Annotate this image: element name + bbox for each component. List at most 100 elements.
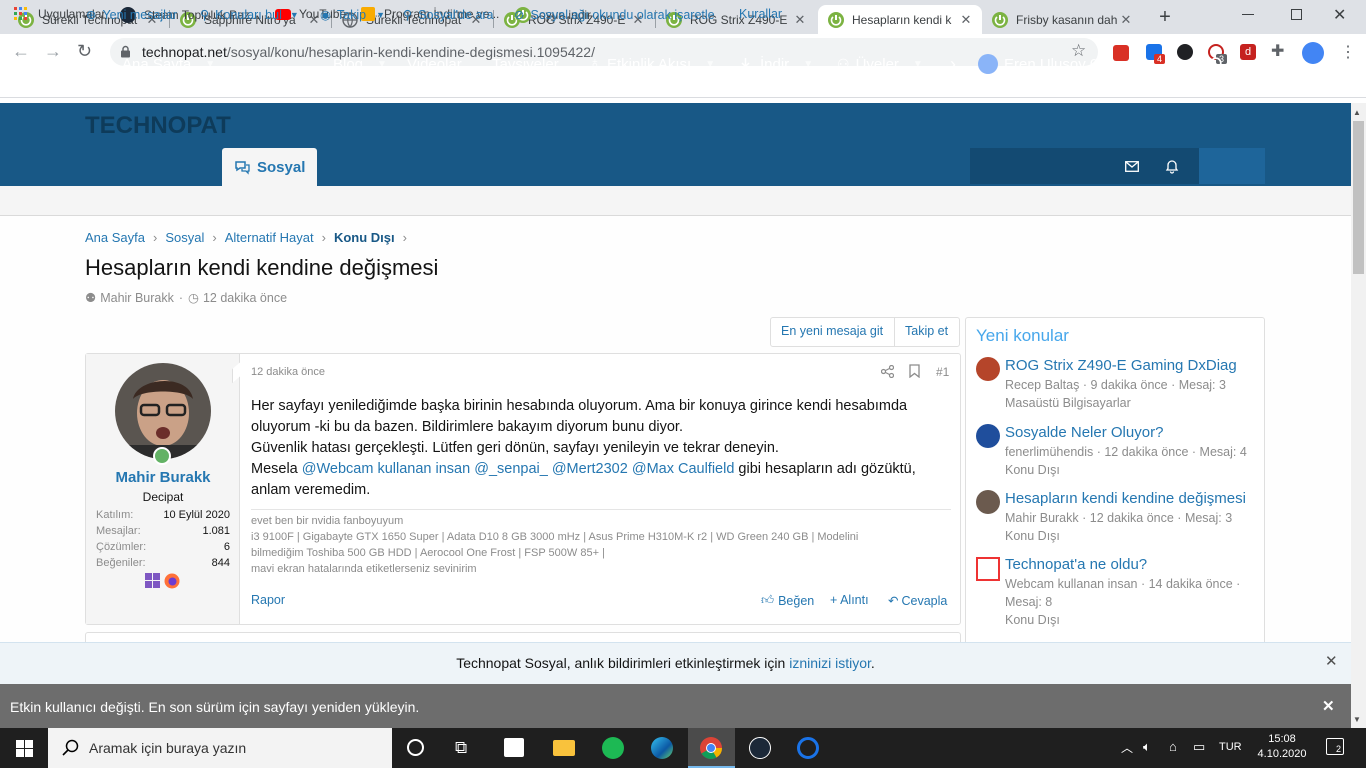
close-notice-icon[interactable]: ✕ [1325,652,1338,670]
tab-close-icon[interactable]: ✕ [958,12,974,28]
taskbar-clock[interactable]: 15:08 4.10.2020 [1252,732,1312,762]
reply-button[interactable]: ↶ Cevapla [888,593,947,609]
post-author-name[interactable]: Mahir Burakk [86,469,240,486]
volume-icon[interactable]: 🔈︎ [1143,739,1151,755]
thread-author-link[interactable]: Mahir Burakk [100,291,174,305]
post-time[interactable]: 12 dakika önce [251,366,325,378]
browser-tab-7[interactable]: Frisby kasanın dah ✕ [982,5,1142,34]
subnav-sosyalde-ara[interactable]: ⚲ Sosyal'de ara [403,7,494,23]
profile-avatar-icon[interactable] [1302,42,1324,64]
breadcrumb-sosyal[interactable]: Sosyal [165,230,204,245]
post-author-avatar[interactable] [115,363,211,459]
spotify-icon[interactable] [602,737,624,759]
like-button[interactable]: 👍︎ Beğen [761,593,814,608]
technopat-favicon-icon [992,11,1008,28]
share-icon[interactable] [881,365,894,378]
sidebar-item-title[interactable]: ROG Strix Z490-E Gaming DxDiag [1005,357,1260,374]
edge-icon[interactable] [651,737,673,759]
sidebar-avatar-no-webcam-icon[interactable] [976,557,1000,581]
battery-icon[interactable]: ▭ [1193,739,1205,755]
nav-videolar[interactable]: Videolar [407,45,462,83]
sidebar-item-forum[interactable]: Konu Dışı [1005,527,1260,545]
nav-ana-sayfa[interactable]: Ana Sayfa ▼ [92,45,222,83]
bookmark-icon[interactable] [909,364,920,378]
chrome-menu-icon[interactable]: ⋮ [1340,42,1356,62]
nav-blog[interactable]: Blog ▼ [333,45,387,83]
browser-tab-6-active[interactable]: Hesapların kendi k ✕ [818,5,982,34]
bell-icon [1165,160,1179,174]
sidebar-avatar[interactable] [976,424,1000,448]
file-explorer-icon[interactable] [553,740,575,756]
scrollbar-thumb[interactable] [1353,121,1364,274]
extension-dark-icon[interactable] [1177,44,1193,60]
subnav-konulari-bul[interactable]: ⚲ Konuları bul ▼ [200,7,299,23]
search-icon: ⚲ [403,8,413,22]
breadcrumb-ana-sayfa[interactable]: Ana Sayfa [85,230,145,245]
puzzle-extensions-icon[interactable]: ✚ [1271,41,1284,61]
reload-icon[interactable]: ↻ [77,41,92,62]
back-arrow-icon[interactable]: ← [12,41,30,62]
scroll-up-arrow-icon[interactable]: ▲ [1353,108,1361,117]
nav-etkinlik-akisi[interactable]: ♁ Etkinlik Akışı ▼ [589,45,715,83]
window-minimize-icon[interactable] [1242,14,1254,15]
follow-thread-button[interactable]: Takip et [905,324,948,338]
store-icon[interactable] [504,738,524,757]
network-icon[interactable]: ⌂ [1169,739,1177,754]
user-name: Eren Ulusoy 06 [1004,55,1107,73]
inbox-button[interactable] [1117,148,1147,184]
sidebar-item-forum[interactable]: Masaüstü Bilgisayarlar [1005,394,1260,412]
forward-arrow-icon[interactable]: → [44,41,62,62]
breadcrumb-alternatif-hayat[interactable]: Alternatif Hayat [225,230,314,245]
task-view-icon[interactable]: ⧉ [455,738,467,758]
mention-link[interactable]: @Webcam kullanan insan [302,461,470,477]
mention-link[interactable]: @Max Caulfield [632,461,735,477]
subnav-takip[interactable]: ◉ Takip ▼ [320,7,385,23]
sidebar-item-title[interactable]: Hesapların kendi kendine değişmesi [1005,490,1260,507]
close-notice-icon[interactable]: ✕ [1322,697,1335,715]
window-close-icon[interactable]: ✕ [1333,5,1346,25]
post-content: Her sayfayı yenilediğimde başka birinin … [251,396,916,501]
sidebar-item-title[interactable]: Sosyalde Neler Oluyor? [1005,424,1260,441]
nav-indir[interactable]: İndir ▼ [737,45,813,83]
sidebar-item-title[interactable]: Technopat'a ne oldu? [1005,556,1260,573]
window-restore-icon[interactable] [1291,9,1302,20]
report-button[interactable]: Rapor [251,593,285,607]
sidebar-avatar[interactable] [976,490,1000,514]
home-icon [100,56,116,72]
mention-link[interactable]: @_senpai_ [474,461,548,477]
quote-button[interactable]: + Alıntı [830,593,869,607]
extension-red-icon[interactable] [1113,45,1129,61]
subnav-okundu-isaretle[interactable]: ⊘ Sosyal ağı okundu olarak işaretle [514,7,715,23]
push-permission-link[interactable]: izninizi istiyor [789,655,871,671]
scroll-down-arrow-icon[interactable]: ▼ [1353,715,1361,724]
tab-close-icon[interactable]: ✕ [1118,12,1134,28]
thread-time[interactable]: 12 dakika önce [203,291,287,305]
search-button[interactable] [1199,148,1265,184]
gog-galaxy-icon[interactable] [797,737,819,759]
nav-sosyal-active[interactable]: Sosyal [222,148,317,186]
nav-more-chevron-right-icon[interactable]: › [950,45,956,83]
steam-icon[interactable] [749,737,771,759]
windows-start-icon[interactable] [16,740,33,757]
sidebar-item-forum[interactable]: Konu Dışı [1005,611,1260,629]
nav-uyeler[interactable]: ⚇ Üyeler ▼ [837,45,923,83]
new-tab-plus-icon[interactable]: + [1153,6,1177,28]
post-number-link[interactable]: #1 [936,365,949,379]
search-link[interactable]: Ara [1210,45,1254,83]
mention-link[interactable]: @Mert2302 [552,461,628,477]
nav-tavsiyeler[interactable]: Tavsiyeler [492,45,559,83]
subnav-yeni-mesajlar[interactable]: ⊕ Yeni mesajlar [86,7,177,23]
sidebar-avatar[interactable] [976,357,1000,381]
site-logo[interactable]: TECHNOPAT [85,112,231,140]
subnav-kurallar[interactable]: Kurallar [739,7,782,21]
alerts-button[interactable] [1157,148,1187,184]
tray-chevron-up-icon[interactable]: ︿ [1121,739,1133,756]
cortana-icon[interactable] [407,739,424,756]
user-account-link[interactable]: Eren Ulusoy 06 [978,45,1107,83]
breadcrumb-konu-disi[interactable]: Konu Dışı [334,230,395,245]
tab-close-icon[interactable]: ✕ [792,12,808,28]
chevron-down-icon: ▼ [912,58,923,70]
sidebar-item-forum[interactable]: Konu Dışı [1005,461,1260,479]
language-indicator[interactable]: TUR [1219,741,1242,753]
latest-post-button[interactable]: En yeni mesaja git [781,324,883,338]
